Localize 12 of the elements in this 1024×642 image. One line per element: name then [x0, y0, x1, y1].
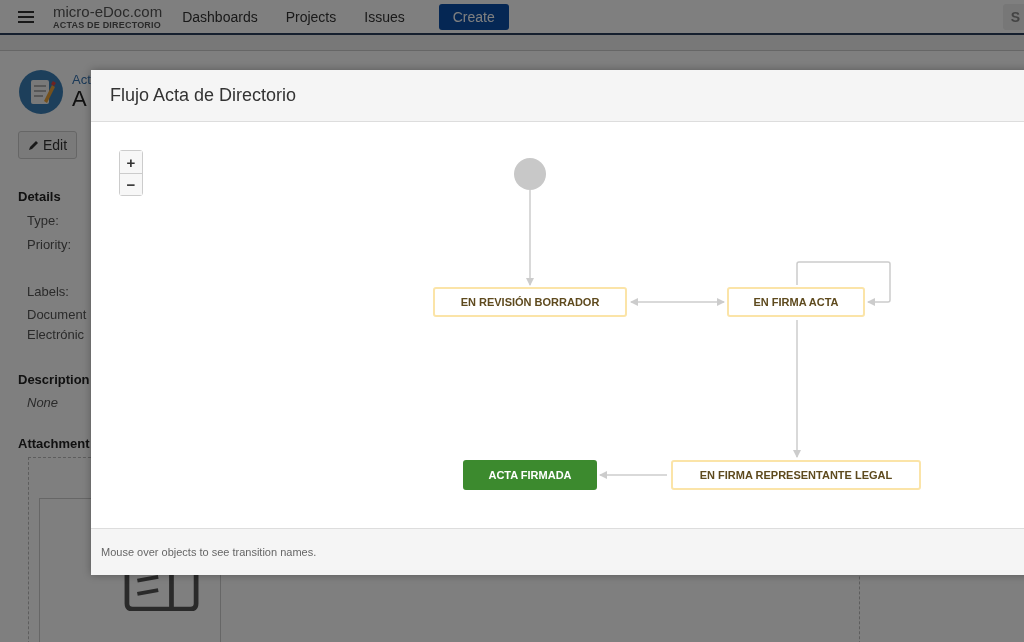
logo-subtitle: ACTAS DE DIRECTORIO: [53, 20, 162, 30]
section-heading: Details: [18, 189, 62, 204]
section-heading: Description: [18, 372, 91, 387]
dialog-title: Flujo Acta de Directorio: [110, 85, 297, 106]
field-label: Document Electrónic: [27, 306, 88, 344]
hint-text: Mouse over objects to see transition names.: [101, 546, 317, 558]
field-label: Priority:: [27, 237, 73, 252]
issue-title: A: [72, 87, 88, 112]
field-label: Type:: [27, 213, 60, 228]
field-label: Labels:: [27, 284, 70, 299]
section-heading: Attachment: [18, 436, 91, 451]
description-text: None: [27, 395, 60, 410]
